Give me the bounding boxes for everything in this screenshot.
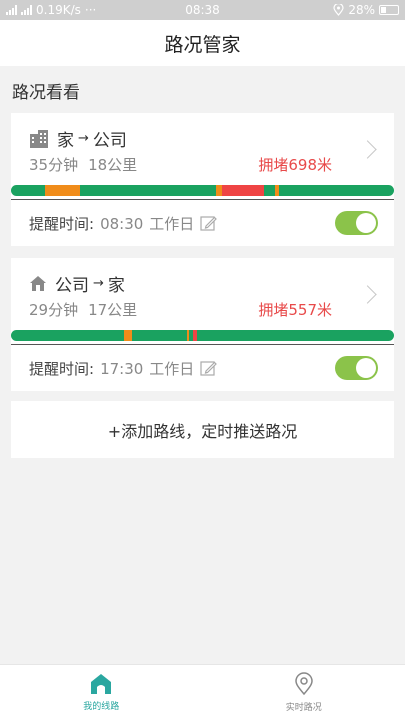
route-duration: 29分钟: [29, 301, 79, 319]
location-status-icon: [333, 4, 344, 16]
add-route-button[interactable]: +添加路线，定时推送路况: [11, 401, 394, 458]
edit-icon[interactable]: [200, 360, 218, 377]
route-meta: 29分钟 17公里: [29, 299, 137, 320]
add-route-label: +添加路线，定时推送路况: [107, 421, 298, 441]
reminder-label: 提醒时间:: [29, 360, 95, 378]
traffic-segment-smooth: [263, 185, 276, 196]
network-speed: 0.19K/s: [36, 3, 81, 17]
route-from: 家: [57, 131, 74, 151]
reminder-label: 提醒时间:: [29, 215, 95, 233]
route-distance: 18公里: [88, 156, 138, 174]
tab-label: 实时路况: [285, 703, 322, 713]
route-to: 家: [107, 276, 125, 296]
traffic-segment-smooth: [131, 330, 188, 341]
battery-percent: 28%: [348, 3, 375, 17]
location-pin-icon: [294, 672, 313, 696]
tab-bar: 我的线路 实时路况: [0, 664, 405, 720]
tab-label: 我的线路: [83, 702, 120, 712]
chevron-right-icon[interactable]: [358, 140, 377, 159]
traffic-segment-jam: [221, 185, 264, 196]
traffic-segment-slow: [123, 330, 132, 341]
route-title: 家 → 公司: [29, 126, 127, 151]
status-left: 0.19K/s ···: [6, 3, 96, 17]
status-dots: ···: [84, 3, 97, 17]
reminder-toggle[interactable]: [335, 356, 378, 380]
status-bar: 0.19K/s ··· 08:38 28%: [0, 0, 405, 20]
reminder-time: 08:30: [100, 214, 144, 233]
status-right: 28%: [333, 3, 399, 17]
route-meta: 35分钟 18公里: [29, 154, 137, 175]
traffic-segment-smooth: [196, 330, 394, 341]
signal-icon: [6, 5, 17, 15]
route-title: 公司 → 家: [29, 271, 125, 296]
section-title: 路况看看: [12, 83, 80, 103]
reminder-toggle[interactable]: [335, 211, 378, 235]
reminder-row: 提醒时间: 08:30 工作日: [29, 213, 218, 234]
route-arrow: →: [78, 131, 89, 146]
home-icon: [30, 276, 46, 291]
jam-length: 拥堵698米: [258, 156, 332, 174]
building-icon: [30, 129, 48, 148]
route-distance: 17公里: [88, 301, 138, 319]
jam-length: 拥堵557米: [258, 301, 332, 319]
home-icon: [91, 674, 112, 694]
route-from: 公司: [55, 276, 89, 296]
battery-icon: [379, 5, 399, 15]
chevron-right-icon[interactable]: [358, 285, 377, 304]
reminder-days: 工作日: [149, 215, 195, 233]
traffic-bar: [11, 330, 394, 341]
route-duration: 35分钟: [29, 156, 79, 174]
edit-icon[interactable]: [200, 215, 218, 232]
route-card-work-to-home[interactable]: 公司 → 家 29分钟 17公里 拥堵557米 提醒时间: 17:30 工作日: [11, 258, 394, 391]
page-title: 路况管家: [164, 33, 241, 56]
route-arrow: →: [93, 276, 104, 291]
traffic-segment-slow: [45, 185, 80, 196]
card-divider: [11, 344, 394, 345]
tab-live-traffic[interactable]: 实时路况: [203, 665, 405, 720]
traffic-segment-smooth: [279, 185, 394, 196]
reminder-days: 工作日: [149, 360, 195, 378]
route-card-home-to-work[interactable]: 家 → 公司 35分钟 18公里 拥堵698米 提醒时间: 08:30 工作日: [11, 113, 394, 246]
traffic-segment-smooth: [11, 185, 46, 196]
reminder-row: 提醒时间: 17:30 工作日: [29, 358, 218, 379]
card-divider: [11, 199, 394, 200]
reminder-time: 17:30: [100, 359, 144, 378]
traffic-segment-smooth: [11, 330, 124, 341]
route-to: 公司: [92, 131, 127, 151]
traffic-bar: [11, 185, 394, 196]
app-header: 路况管家: [0, 20, 405, 66]
traffic-segment-smooth: [79, 185, 216, 196]
tab-my-routes[interactable]: 我的线路: [0, 665, 203, 720]
signal-icon-2: [21, 5, 32, 15]
